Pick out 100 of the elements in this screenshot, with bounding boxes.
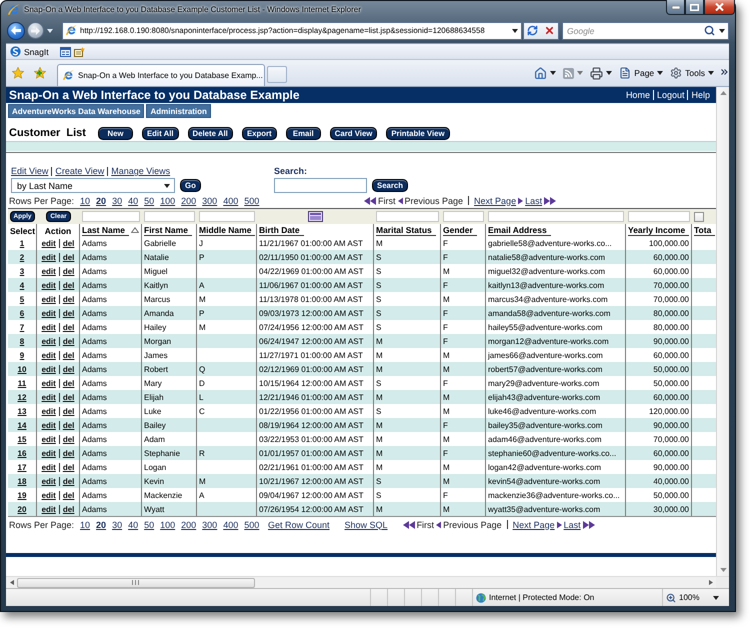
delete-link[interactable]: del (62, 420, 74, 430)
delete-link[interactable]: del (62, 462, 74, 472)
forward-button[interactable] (27, 22, 44, 39)
grid-window-icon[interactable] (60, 46, 71, 56)
edit-link[interactable]: edit (42, 504, 56, 514)
page-size-link[interactable]: 10 (80, 196, 90, 206)
triangle-right-icon[interactable] (709, 579, 713, 586)
page-size-link[interactable]: 50 (144, 520, 154, 530)
edit-link[interactable]: edit (42, 378, 56, 388)
maximize-button[interactable] (685, 0, 704, 15)
header-link[interactable]: Help (691, 90, 710, 100)
pager-link[interactable]: Next Page (512, 520, 555, 530)
edit-link[interactable]: edit (42, 420, 56, 430)
filter-field[interactable] (443, 211, 484, 222)
refresh-icon[interactable] (527, 25, 538, 36)
page-size-link[interactable]: 200 (181, 520, 196, 530)
header-link[interactable]: Logout (656, 90, 684, 100)
caret-icon[interactable] (606, 71, 612, 75)
nav-tab[interactable]: AdventureWorks Data Warehouse (8, 104, 144, 118)
view-link[interactable]: Manage Views (111, 166, 170, 176)
row-number-link[interactable]: 17 (18, 462, 26, 472)
edit-link[interactable]: edit (42, 406, 56, 416)
vertical-scrollbar[interactable] (716, 87, 729, 576)
calendar-icon[interactable] (308, 211, 323, 222)
row-number-link[interactable]: 10 (18, 364, 26, 374)
double-triangle-left-icon[interactable] (364, 196, 376, 204)
edit-link[interactable]: edit (42, 308, 56, 318)
row-number-link[interactable]: 11 (18, 378, 26, 388)
edit-link[interactable]: edit (42, 448, 56, 458)
scrollbar-thumb[interactable] (17, 578, 255, 588)
delete-link[interactable]: del (62, 434, 74, 444)
edit-link[interactable]: edit (42, 434, 56, 444)
page-size-link[interactable]: 200 (181, 196, 196, 206)
edit-link[interactable]: edit (42, 350, 56, 360)
filter-checkbox[interactable] (694, 212, 704, 222)
delete-link[interactable]: del (62, 336, 74, 346)
row-number-link[interactable]: 20 (18, 504, 26, 514)
horizontal-scrollbar[interactable] (6, 576, 716, 588)
filter-field[interactable] (628, 211, 690, 222)
double-triangle-right-icon[interactable] (582, 520, 595, 528)
page-size-link[interactable]: 30 (112, 196, 122, 206)
triangle-left-icon[interactable] (398, 196, 402, 204)
triangle-left-icon[interactable] (10, 579, 14, 586)
pager-link[interactable]: Last (525, 196, 542, 206)
pager-link[interactable]: Last (564, 520, 581, 530)
page-size-link[interactable]: 40 (128, 196, 138, 206)
page-size-link[interactable]: 30 (112, 520, 122, 530)
delete-link[interactable]: del (62, 448, 74, 458)
zoom-level[interactable]: 100% (679, 593, 700, 602)
page-size-link[interactable]: 400 (223, 520, 238, 530)
toolbar-link[interactable]: SnagIt (24, 46, 49, 56)
edit-link[interactable]: edit (42, 280, 56, 290)
delete-link[interactable]: del (62, 392, 74, 402)
delete-link[interactable]: del (62, 308, 74, 318)
footer-link[interactable]: Show SQL (344, 520, 388, 530)
row-number-link[interactable]: 14 (18, 420, 26, 430)
filter-field[interactable] (376, 211, 439, 222)
delete-link[interactable]: del (62, 350, 74, 360)
page-size-link[interactable]: 20 (96, 196, 106, 206)
search-field[interactable] (274, 178, 367, 193)
delete-link[interactable]: del (62, 280, 74, 290)
row-number-link[interactable]: 6 (20, 308, 24, 318)
row-number-link[interactable]: 16 (18, 448, 26, 458)
row-number-link[interactable]: 5 (20, 294, 24, 304)
triangle-down-icon[interactable] (720, 568, 726, 572)
row-number-link[interactable]: 15 (18, 434, 26, 444)
page-size-link[interactable]: 500 (244, 196, 260, 206)
printer-icon[interactable] (590, 66, 604, 80)
double-triangle-left-icon[interactable] (402, 520, 415, 528)
row-number-link[interactable]: 8 (20, 336, 24, 346)
filter-field[interactable] (144, 211, 195, 222)
row-number-link[interactable]: 13 (18, 406, 26, 416)
star-icon[interactable] (12, 67, 24, 79)
triangle-right-icon[interactable] (518, 196, 524, 204)
triangle-up-icon[interactable] (720, 91, 726, 95)
back-button[interactable] (7, 22, 25, 40)
filter-field[interactable] (82, 211, 140, 222)
home-icon[interactable] (534, 66, 548, 80)
edit-link[interactable]: edit (42, 364, 56, 374)
row-number-link[interactable]: 4 (20, 280, 24, 290)
caret-icon[interactable] (713, 596, 720, 600)
zoom-icon[interactable] (666, 592, 676, 602)
edit-link[interactable]: edit (42, 336, 56, 346)
edit-link[interactable]: edit (42, 322, 56, 332)
edit-link[interactable]: edit (42, 238, 56, 248)
delete-link[interactable]: del (62, 476, 74, 486)
pager-link[interactable]: Next Page (474, 196, 516, 206)
edit-link[interactable]: edit (42, 266, 56, 276)
view-link[interactable]: Create View (55, 166, 104, 176)
page-size-link[interactable]: 40 (128, 520, 138, 530)
delete-link[interactable]: del (62, 364, 74, 374)
browser-tab[interactable]: Snap-On a Web Interface to you Database Examp... (57, 64, 265, 86)
nav-tab[interactable]: Administration (146, 104, 211, 118)
page-size-link[interactable]: 300 (202, 196, 218, 206)
view-select[interactable]: by Last Name (11, 178, 175, 193)
row-number-link[interactable]: 7 (20, 322, 24, 332)
minimize-button[interactable] (666, 0, 685, 15)
row-number-link[interactable]: 2 (20, 252, 24, 262)
close-button[interactable] (704, 0, 735, 15)
double-triangle-right-icon[interactable] (544, 196, 556, 204)
